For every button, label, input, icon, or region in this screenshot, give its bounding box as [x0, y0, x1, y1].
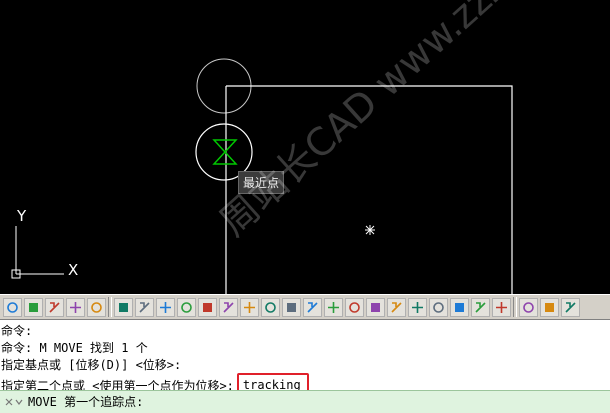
osnap-tooltip: 最近点: [238, 171, 285, 194]
toolbar-button-hatch[interactable]: [519, 297, 538, 317]
snap-tangent-icon: [328, 301, 339, 313]
command-line-4: 指定第二个点或 <使用第一个点作为位移>: tracking: [0, 373, 610, 397]
toolbar-button-layer[interactable]: [3, 297, 22, 317]
xref-icon: [70, 301, 81, 313]
toolbar-button-table[interactable]: [540, 297, 559, 317]
snap-parallel-icon: [371, 302, 380, 312]
toolbar-button-snap-parallel[interactable]: [366, 297, 385, 317]
toolbar-button-snap-node[interactable]: [408, 297, 427, 317]
toolbar-button-snap-center[interactable]: [282, 297, 301, 317]
ucs-x-label: X: [68, 261, 78, 279]
more-icon: [565, 301, 576, 313]
toolbar-button-snap-square[interactable]: [156, 297, 175, 317]
snap-intersection-icon: [244, 301, 255, 313]
command-line-2: 命令: M MOVE 找到 1 个: [1, 341, 148, 355]
snap-endpoint-icon: [203, 302, 212, 312]
toolbar-button-snap-tangent[interactable]: [324, 297, 343, 317]
toolbar-button-snap-midpoint[interactable]: [219, 297, 238, 317]
snap-insert-icon: [391, 301, 402, 313]
ucs-icon: [11, 226, 64, 279]
object-snap-toolbar: [0, 294, 610, 320]
table-icon: [545, 302, 554, 312]
hatch-icon: [523, 301, 534, 313]
toolbar-button-snap-circle[interactable]: [114, 297, 133, 317]
snap-nearest-icon: [433, 301, 444, 313]
snap-none-icon: [455, 302, 464, 312]
nearest-snap-marker: [212, 139, 238, 165]
ucs-y-label: Y: [16, 207, 27, 225]
command-history: 命令: 命令: M MOVE 找到 1 个 指定基点或 [位移(D)] <位移>…: [0, 320, 610, 397]
toolbar-button-snap-intersection[interactable]: [240, 297, 259, 317]
snap-midpoint-icon: [223, 301, 234, 313]
toolbar-button-block[interactable]: [87, 297, 106, 317]
snap-grid-icon: [139, 301, 150, 313]
layer-icon: [7, 301, 18, 313]
prompt-controls[interactable]: [0, 398, 28, 406]
close-icon[interactable]: [5, 398, 13, 406]
drawing-canvas[interactable]: Y X 最近点 周站长CAD www.zzzcad.com: [0, 0, 610, 294]
toolbar-separator: [108, 297, 112, 317]
toolbar-button-snap-grid[interactable]: [135, 297, 154, 317]
command-prompt-text: MOVE 第一个追踪点:: [28, 394, 144, 409]
snap-mirror-icon: [265, 301, 276, 313]
toolbar-button-snap-quadrant[interactable]: [303, 297, 322, 317]
toolbar-button-snap-nearest[interactable]: [429, 297, 448, 317]
snap-square-icon: [160, 301, 171, 313]
snap-settings-icon: [475, 301, 486, 313]
toolbar-button-more[interactable]: [561, 297, 580, 317]
snap-circle-icon: [119, 302, 128, 312]
command-line-3: 指定基点或 [位移(D)] <位移>:: [1, 358, 182, 372]
command-line-1: 命令:: [1, 324, 33, 338]
toolbar-button-vscurrent[interactable]: [45, 297, 64, 317]
snap-extra-icon: [496, 301, 507, 313]
snap-center-icon: [287, 302, 296, 312]
snap-perpendicular-icon: [349, 301, 360, 313]
snap-node-icon: [412, 301, 423, 313]
toolbar-button-snap-point[interactable]: [177, 297, 196, 317]
toolbar-button-object[interactable]: [24, 297, 43, 317]
snap-quadrant-icon: [307, 301, 318, 313]
drawing-svg: Y X: [11, 58, 513, 294]
cursor-crosshair: [365, 225, 375, 235]
toolbar-button-snap-settings[interactable]: [471, 297, 490, 317]
object-icon: [29, 302, 38, 312]
block-icon: [91, 301, 102, 313]
vscurrent-icon: [49, 301, 60, 313]
toolbar-button-snap-perpendicular[interactable]: [345, 297, 364, 317]
command-prompt-bar[interactable]: MOVE 第一个追踪点:: [0, 390, 610, 413]
toolbar-button-snap-extra[interactable]: [492, 297, 511, 317]
snap-point-icon: [181, 301, 192, 313]
chevron-down-icon[interactable]: [15, 398, 23, 406]
toolbar-button-snap-mirror[interactable]: [261, 297, 280, 317]
toolbar-separator: [513, 297, 517, 317]
toolbar-button-xref[interactable]: [66, 297, 85, 317]
toolbar-button-snap-none[interactable]: [450, 297, 469, 317]
toolbar-button-snap-insert[interactable]: [387, 297, 406, 317]
toolbar-button-snap-endpoint[interactable]: [198, 297, 217, 317]
